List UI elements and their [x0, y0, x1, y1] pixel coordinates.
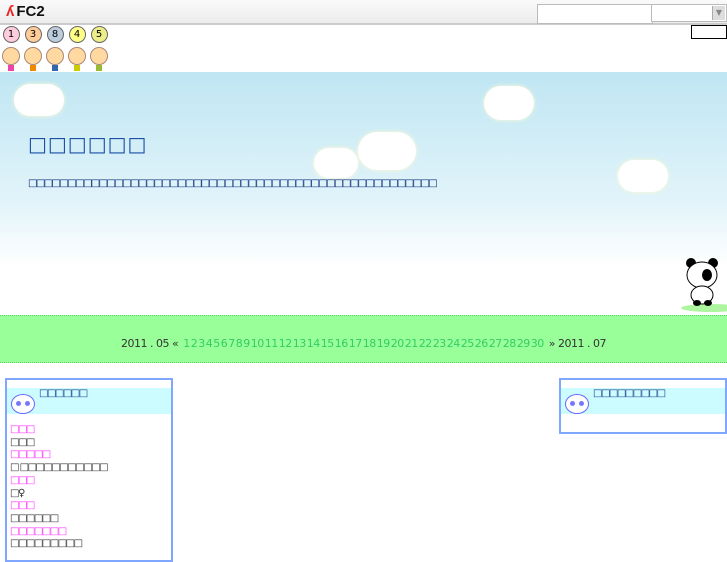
rank-face[interactable]: 1 [2, 26, 20, 71]
calendar-day[interactable]: 2 [191, 337, 198, 350]
list-item: □□□□□□□ [10, 525, 67, 537]
calendar-day[interactable]: 14 [307, 337, 321, 350]
calendar-day[interactable]: 29 [517, 337, 531, 350]
calendar-day[interactable]: 11 [265, 337, 279, 350]
panda-face-icon [565, 394, 589, 414]
calendar-day[interactable]: 5 [213, 337, 220, 350]
list-item: □□□□□ [10, 449, 51, 461]
cloud [618, 160, 668, 192]
rank-face[interactable]: 8 [46, 26, 64, 71]
panda-icon [681, 258, 727, 312]
calendar-day[interactable]: 8 [236, 337, 243, 350]
blog-description: □□□□□□□□□□□□□□□□□□□□□□□□□□□□□□□□□□□□□□□□… [28, 178, 438, 189]
rank-face[interactable]: 4 [68, 26, 86, 71]
face-icon [2, 47, 20, 65]
body-icon [52, 65, 58, 71]
list-item: □□□ [10, 474, 35, 486]
right-sidebar-box: □□□□□□□□□ [559, 378, 727, 434]
search-select[interactable]: ▼ [651, 4, 727, 22]
face-icon [90, 47, 108, 65]
blog-title[interactable]: □□□□□□ [28, 132, 147, 156]
list-item: □♀ [10, 487, 25, 499]
rank-number: 5 [90, 26, 108, 43]
box-title: □□□□□□□□□ [593, 388, 666, 399]
box-title: □□□□□□ [39, 388, 88, 399]
rank-face[interactable]: 3 [24, 26, 42, 71]
cloud [484, 86, 534, 120]
box-header: □□□□□□ [7, 388, 171, 414]
list-item: □□□ [10, 424, 35, 435]
left-sidebar-box: □□□□□□ □□□ □□□ □□□□□ □ □□□□□□□□□□□ □□□ □♀ □□□ □… [5, 378, 173, 562]
fc2-logo[interactable]: ʎ FC2 [6, 3, 45, 20]
calendar-day[interactable]: 16 [335, 337, 349, 350]
calendar-day[interactable]: 30 [531, 337, 545, 350]
calendar-day[interactable]: 7 [228, 337, 235, 350]
calendar-day[interactable]: 3 [198, 337, 205, 350]
calendar-day[interactable]: 1 [183, 337, 190, 350]
calendar-day[interactable]: 24 [447, 337, 461, 350]
cloud [314, 148, 358, 178]
calendar-day[interactable]: 4 [206, 337, 213, 350]
rank-face[interactable]: 5 [90, 26, 108, 71]
fc2-header-bar: ʎ FC2 ▼ [0, 0, 727, 25]
calendar-day[interactable]: 23 [433, 337, 447, 350]
calendar-next-month[interactable]: » 2011 . 07 [549, 337, 607, 350]
ranking-widget[interactable]: 13845 [2, 26, 108, 71]
calendar-days: 1234567891011121314151617181920212223242… [183, 337, 545, 350]
rank-number: 4 [68, 26, 86, 43]
calendar-prev-month[interactable]: 2011 . 05 « [121, 337, 179, 350]
calendar-day[interactable]: 21 [405, 337, 419, 350]
body-icon [96, 65, 102, 71]
body-icon [8, 65, 14, 71]
rank-number: 1 [2, 26, 20, 43]
panda-face-icon [11, 394, 35, 414]
calendar-day[interactable]: 12 [279, 337, 293, 350]
calendar-day[interactable]: 6 [221, 337, 228, 350]
calendar-day[interactable]: 19 [377, 337, 391, 350]
search-input[interactable] [537, 4, 653, 24]
cloud [14, 84, 64, 116]
calendar-day[interactable]: 18 [363, 337, 377, 350]
blog-banner: □□□□□□ □□□□□□□□□□□□□□□□□□□□□□□□□□□□□□□□□… [0, 72, 727, 315]
calendar-day[interactable]: 27 [489, 337, 503, 350]
calendar-day[interactable]: 25 [461, 337, 475, 350]
small-button[interactable] [691, 25, 727, 39]
calendar-day[interactable]: 17 [349, 337, 363, 350]
list-item: □□□ [10, 436, 35, 448]
body-icon [30, 65, 36, 71]
calendar-day[interactable]: 28 [503, 337, 517, 350]
profile-list: □□□ □□□ □□□□□ □ □□□□□□□□□□□ □□□ □♀ □□□ □□□□□□ □□… [10, 424, 109, 551]
calendar-day[interactable]: 22 [419, 337, 433, 350]
box-header: □□□□□□□□□ [561, 388, 725, 414]
fc2-logo-icon: ʎ [6, 3, 15, 20]
calendar-day[interactable]: 20 [391, 337, 405, 350]
rank-number: 8 [46, 26, 64, 43]
calendar-day[interactable]: 15 [321, 337, 335, 350]
list-item: □□□ [10, 500, 35, 512]
calendar-day[interactable]: 10 [251, 337, 265, 350]
calendar-day[interactable]: 9 [243, 337, 250, 350]
body-icon [74, 65, 80, 71]
cloud [358, 132, 416, 170]
calendar-day[interactable]: 26 [475, 337, 489, 350]
calendar-bar: 2011 . 05 « 1234567891011121314151617181… [0, 315, 727, 363]
face-icon [46, 47, 64, 65]
face-icon [24, 47, 42, 65]
chevron-down-icon: ▼ [712, 6, 725, 20]
rank-number: 3 [24, 26, 42, 43]
face-icon [68, 47, 86, 65]
calendar-day[interactable]: 13 [293, 337, 307, 350]
list-item: □□□□□□ [10, 512, 59, 524]
list-item: □ □□□□□□□□□□□ [10, 462, 109, 474]
